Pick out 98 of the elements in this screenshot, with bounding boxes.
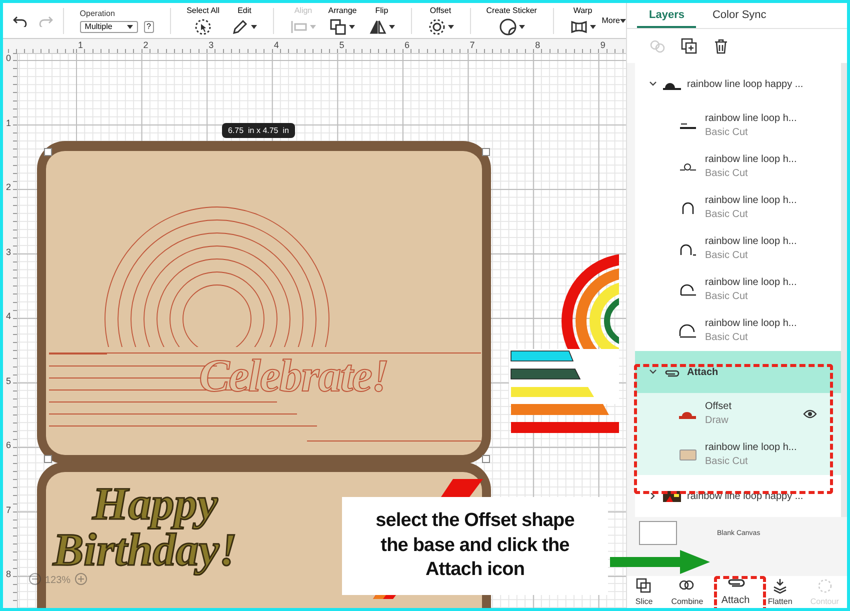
arrange-icon [329,18,348,36]
layer-item[interactable]: rainbow line loop h... Basic Cut [635,228,841,269]
toolbar-tool[interactable]: Arrange [328,6,357,36]
layer-type: Draw [705,415,730,426]
layer-type: Basic Cut [705,168,749,179]
sticker-icon [498,18,517,36]
chevron-down-icon [649,369,657,375]
slice-icon [635,577,654,595]
resize-handle[interactable] [44,148,52,156]
toolbar-tool[interactable]: Select All [186,6,220,36]
line-art-icon [679,324,697,338]
duplicate-icon [681,38,697,54]
toolbar-tool[interactable]: Edit [231,6,258,36]
layer-name: Offset [705,401,732,412]
layer-type: Basic Cut [705,332,749,343]
instruction-text: select the Offset shape the base and click the Attach icon [342,497,608,595]
contour-icon [816,577,834,595]
line-art-icon [679,282,697,296]
rectangle-icon [679,448,697,462]
layer-type: Basic Cut [705,291,749,302]
size-tooltip: 6.75 in x 4.75 in [222,123,295,138]
ruler-number: 4 [6,311,12,321]
help-button[interactable]: ? [144,20,154,32]
arrow-icon [610,550,710,574]
chevron-down-icon [649,81,657,87]
undo-icon [13,14,27,26]
layer-item[interactable]: rainbow line loop h... Basic Cut [635,187,841,228]
bottom-action-button[interactable]: Combine [671,577,704,606]
ruler-number: 3 [208,40,214,50]
ruler-number: 0 [6,53,12,63]
pencil-icon [231,18,250,36]
layer-item[interactable]: rainbow line loop h... Basic Cut [635,105,841,146]
plus-icon [74,573,87,585]
ruler-number: 6 [404,40,410,50]
redo-icon [39,14,53,26]
layer-name: rainbow line loop h... [705,113,798,124]
ruler-number: 8 [535,40,540,50]
ruler-number: 3 [6,246,12,256]
resize-handle[interactable] [482,455,490,463]
layer-group[interactable]: Attach [635,351,841,393]
ruler-number: 7 [6,504,12,514]
bottom-action-button[interactable]: Flatten [768,577,792,606]
toolbar-tool[interactable]: Warp [570,6,596,36]
operation-dropdown[interactable]: Multiple [80,20,138,32]
toolbar-tool[interactable]: Offset [428,6,454,36]
layer-item[interactable]: rainbow line loop h... Basic Cut [635,146,841,187]
ruler-number: 4 [274,40,279,50]
resize-handle[interactable] [44,455,52,463]
panel-tab[interactable]: Color Sync [700,3,778,28]
ruler-number: 8 [6,569,12,579]
more-button[interactable]: More [602,16,626,25]
layer-name: rainbow line loop h... [705,236,798,247]
card-title-text: Celebrate! [199,349,388,402]
resize-handle[interactable] [482,148,490,156]
line-art-icon [679,242,697,256]
layer-group[interactable]: rainbow line loop happy ... [635,63,841,105]
ruler-number: 2 [6,182,12,192]
ruler-number: 5 [6,376,12,386]
layer-type: Basic Cut [705,127,749,138]
ruler-number: 2 [143,40,148,50]
ruler-number: 1 [78,40,84,50]
zoom-in-button[interactable] [74,573,87,588]
operation-label: Operation [80,8,115,18]
undo-button[interactable] [13,14,27,26]
layer-type: Basic Cut [705,209,749,220]
layer-item[interactable]: rainbow line loop h... Basic Cut [635,310,841,351]
offset-icon [428,18,446,36]
layer-item[interactable]: rainbow line loop h... Basic Cut [635,269,841,310]
toolbar-tool[interactable]: Flip [368,6,395,36]
layer-item[interactable]: Offset Draw [635,393,841,434]
layer-type: Basic Cut [705,250,749,261]
eye-icon[interactable] [803,408,817,418]
ruler-number: 6 [6,440,12,450]
minus-icon [29,573,41,585]
layer-name: rainbow line loop h... [705,154,798,165]
highlight-outline [714,576,766,608]
chevron-right-icon [649,493,657,499]
bottom-action-button[interactable]: Slice [635,577,654,606]
layer-name: rainbow line loop h... [705,195,798,206]
bottom-action-button[interactable]: Attach [721,575,750,606]
select-all-icon [194,18,212,36]
ruler-number: 5 [339,40,344,50]
caret-icon [620,18,626,22]
toolbar-tool[interactable]: Create Sticker [486,6,537,36]
layer-name: rainbow line loop h... [705,442,798,453]
caret-icon [126,24,133,28]
card-title-text: Happy [91,481,219,527]
layer-name: rainbow line loop h... [705,318,798,329]
layer-name: rainbow line loop h... [705,277,798,288]
ungroup-icon [649,38,665,54]
zoom-out-button[interactable] [29,573,41,588]
ruler-number: 7 [470,40,475,50]
canvas-thumbnail[interactable] [639,521,677,545]
layer-item[interactable]: rainbow line loop h... Basic Cut [635,434,841,475]
ruler-number: 9 [600,40,606,50]
ruler-number: 1 [6,118,12,128]
layer-type: Basic Cut [705,456,749,467]
trash-icon [713,38,729,54]
